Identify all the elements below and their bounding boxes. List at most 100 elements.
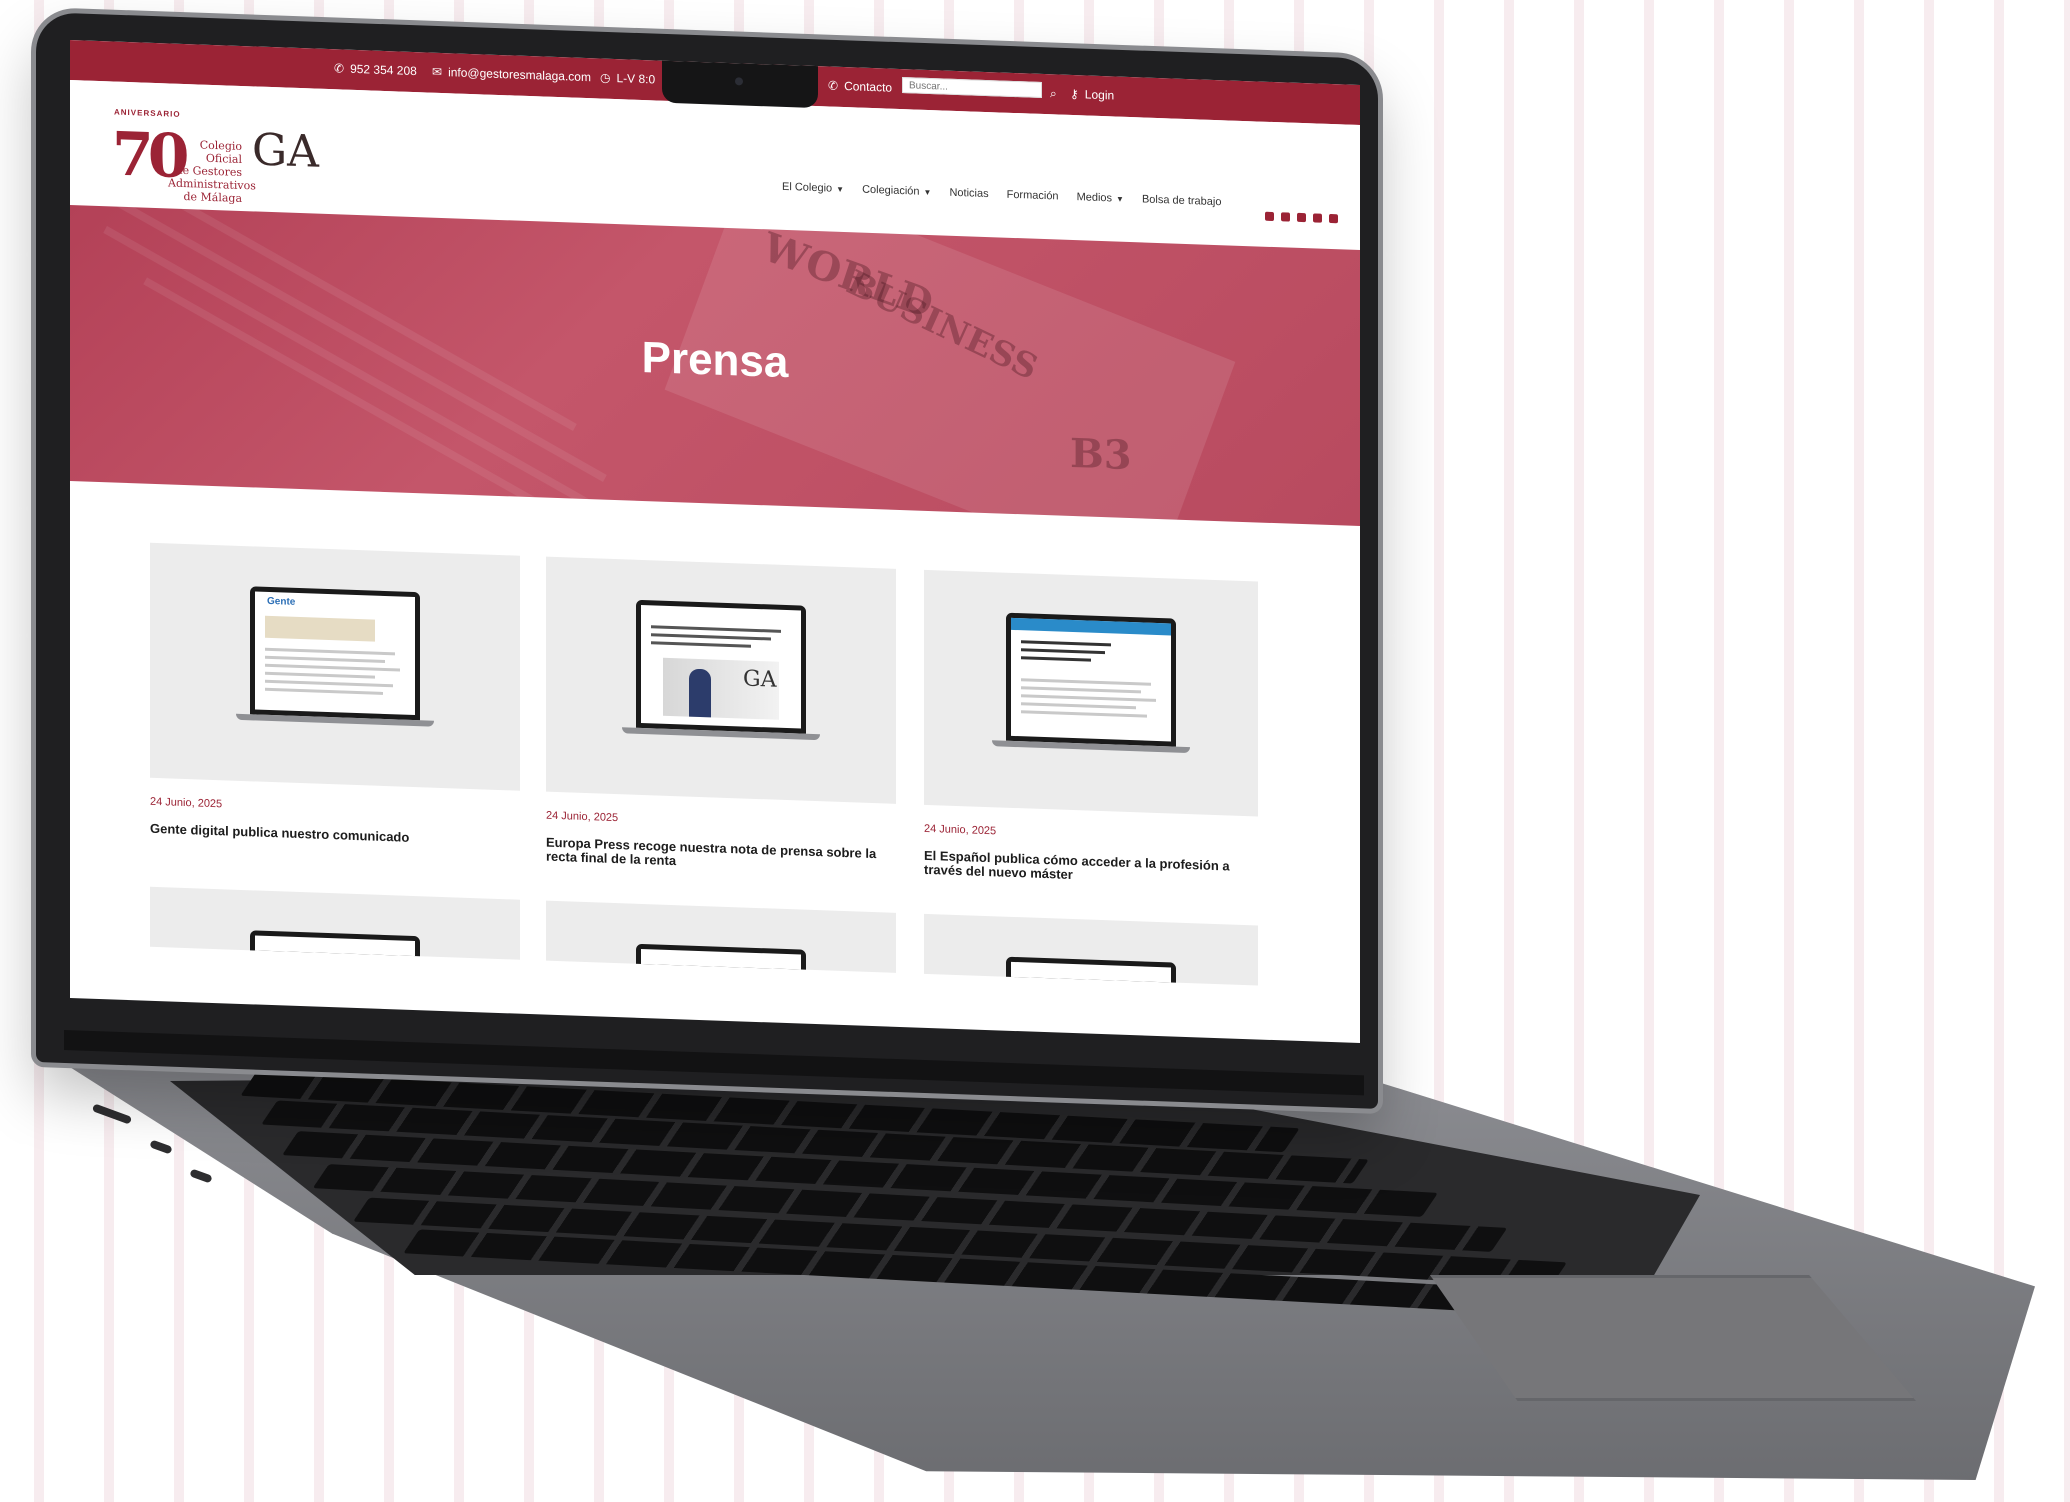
card-date: 24 Junio, 2025 [150, 795, 223, 811]
thumbnail-screen [1006, 612, 1176, 747]
card-thumbnail[interactable]: Gente [150, 542, 520, 791]
logo-line: Colegio Oficial [199, 138, 242, 167]
social-links [1265, 211, 1338, 224]
nav-label: Noticias [949, 186, 989, 201]
thumbnail-line [1021, 710, 1147, 718]
nav-formacion[interactable]: Formación [1007, 189, 1059, 203]
nav-noticias[interactable]: Noticias [949, 187, 988, 200]
youtube-icon[interactable] [1313, 213, 1322, 223]
hours: ◷ L-V 8:0 [600, 71, 655, 87]
thumbnail-laptop [250, 930, 420, 960]
card-thumbnail[interactable] [924, 569, 1258, 817]
phone-icon: ✆ [334, 61, 345, 76]
logo-text: Colegio Oficial de Gestores Administrati… [168, 137, 256, 206]
key-icon: ⚷ [1070, 86, 1079, 102]
card-thumbnail[interactable] [546, 900, 896, 973]
thumbnail-screen: GA [636, 599, 806, 734]
thumbnail-line [1021, 694, 1156, 702]
hero-banner: WORLD BUSINESS B3 Prensa [70, 205, 1360, 527]
nav-medios[interactable]: Medios ▼ [1077, 191, 1124, 205]
thumbnail-screen: Gente [250, 586, 420, 721]
thumbnail-line [1021, 678, 1151, 686]
linkedin-icon[interactable] [1281, 212, 1290, 222]
x-icon[interactable] [1297, 212, 1306, 223]
thumbnail-line [265, 655, 385, 664]
thumbnail-line [265, 671, 375, 679]
person-figure [689, 668, 711, 718]
instagram-icon[interactable] [1329, 213, 1338, 224]
thumbnail-line [1021, 702, 1136, 710]
press-card[interactable] [546, 900, 896, 973]
thumbnail-header-bar [1011, 617, 1171, 636]
chevron-down-icon: ▼ [1116, 194, 1124, 204]
scene: ✆ 952 354 208 ✉ info@gestoresmalaga.com … [0, 0, 2070, 1502]
press-card[interactable]: 24 Junio, 2025 El Español publica cómo a… [924, 569, 1258, 889]
card-title[interactable]: Europa Press recoge nuestra nota de pren… [546, 835, 896, 876]
mail-icon: ✉ [432, 64, 443, 79]
thumbnail-laptop: Gente [236, 586, 434, 733]
thumbnail-laptop [1006, 956, 1176, 986]
thumbnail-line [265, 615, 375, 642]
site-logo[interactable]: ANIVERSARIO 70 Colegio Oficial de Gestor… [112, 99, 319, 206]
main-nav: El Colegio ▼ Colegiación ▼ Noticias Form… [782, 181, 1221, 208]
phone-link[interactable]: ✆ 952 354 208 [334, 61, 417, 78]
card-date: 24 Junio, 2025 [924, 822, 997, 838]
thumbnail-photo: GA [663, 657, 779, 720]
nav-label: El Colegio [782, 180, 833, 195]
card-thumbnail[interactable] [150, 886, 520, 960]
logo-line: de Málaga [183, 189, 242, 206]
logo-mark: GA [252, 124, 319, 178]
nav-label: Colegiación [862, 183, 920, 198]
thumbnail-line [265, 663, 400, 672]
press-card[interactable] [924, 913, 1258, 986]
card-title[interactable]: El Español publica cómo acceder a la pro… [924, 848, 1258, 889]
contact-label: Contacto [844, 79, 893, 95]
camera-notch [662, 60, 818, 109]
contact-link[interactable]: ✆ Contacto [828, 78, 892, 94]
card-thumbnail[interactable] [924, 913, 1258, 986]
thumbnail-line [651, 633, 771, 641]
nav-colegiacion[interactable]: Colegiación ▼ [862, 184, 931, 198]
press-card[interactable] [150, 886, 520, 960]
screen: ✆ 952 354 208 ✉ info@gestoresmalaga.com … [70, 40, 1360, 1044]
thumbnail-page: Gente [255, 591, 415, 716]
logo-badge: ANIVERSARIO [114, 107, 181, 119]
clock-icon: ◷ [600, 70, 611, 85]
thumbnail-laptop [992, 612, 1190, 759]
nav-bolsa-de-trabajo[interactable]: Bolsa de trabajo [1142, 193, 1222, 208]
chevron-down-icon: ▼ [836, 184, 845, 194]
login-link[interactable]: ⚷ Login [1070, 87, 1114, 103]
thumbnail-line [1021, 686, 1141, 694]
card-date: 24 Junio, 2025 [546, 809, 619, 825]
thumbnail-line [651, 625, 781, 633]
email-address: info@gestoresmalaga.com [448, 65, 591, 85]
login-label: Login [1084, 87, 1115, 103]
press-card[interactable]: Gente 24 Junio, 2025 Gente digital publi… [150, 542, 520, 849]
thumbnail-line [651, 641, 751, 648]
phone-number: 952 354 208 [350, 61, 417, 79]
logo-line: Administrativos [168, 176, 256, 193]
thumbnail-line [1021, 656, 1091, 662]
card-title[interactable]: Gente digital publica nuestro comunicado [150, 821, 520, 849]
thumbnail-line [265, 687, 383, 695]
usb-port [149, 1139, 173, 1155]
camera-icon [735, 77, 743, 86]
logo-mark: GA [743, 666, 777, 693]
thumbnail-line [265, 679, 393, 688]
nav-el-colegio[interactable]: El Colegio ▼ [782, 181, 844, 195]
search-input[interactable] [902, 77, 1042, 98]
facebook-icon[interactable] [1265, 211, 1274, 222]
email-link[interactable]: ✉ info@gestoresmalaga.com [432, 65, 591, 85]
card-thumbnail[interactable]: GA [546, 556, 896, 804]
thumbnail-laptop [636, 943, 806, 973]
nav-label: Bolsa de trabajo [1141, 193, 1222, 209]
thumbnail-page: GA [641, 604, 801, 729]
hero-decor-text: B3 [1070, 429, 1132, 480]
usb-port [189, 1168, 213, 1184]
search-icon[interactable]: ⌕ [1050, 86, 1057, 101]
thumbnail-brand: Gente [267, 595, 296, 608]
nav-label: Medios [1076, 191, 1113, 205]
usb-port [91, 1103, 133, 1125]
phone-icon: ✆ [828, 78, 839, 93]
press-card[interactable]: GA 24 Junio, 2025 Europa Press recoge nu… [546, 556, 896, 876]
